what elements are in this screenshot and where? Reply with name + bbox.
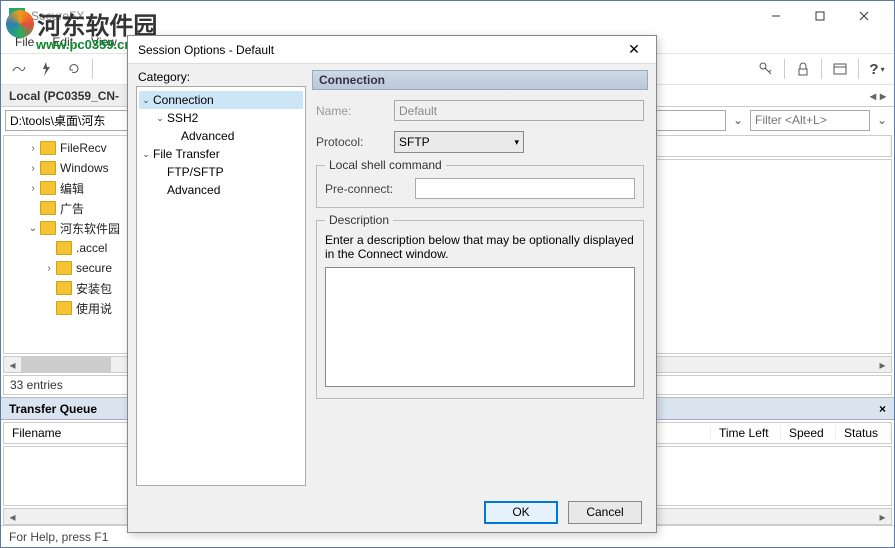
tree-item-label: FileRecv [60,141,107,155]
local-shell-fieldset: Local shell command Pre-connect: [316,165,644,208]
folder-icon [56,241,72,255]
chevron-right-icon[interactable]: › [42,263,56,274]
titlebar: SecureFX [1,1,894,31]
category-ftp-sftp[interactable]: FTP/SFTP [139,163,303,181]
close-button[interactable] [842,2,886,30]
description-textarea[interactable] [325,267,635,387]
transfer-queue-title: Transfer Queue [9,402,97,416]
column-speed[interactable]: Speed [781,426,836,440]
category-connection[interactable]: ⌄Connection [139,91,303,109]
menu-view[interactable]: View [83,33,125,51]
name-input [394,100,644,121]
status-text: For Help, press F1 [9,530,108,544]
scroll-left-icon[interactable]: ◂ [4,509,21,524]
folder-icon [40,181,56,195]
protocol-row: Protocol: SFTP ▾ [316,131,644,153]
scroll-left-icon[interactable]: ◂ [4,357,21,372]
preconnect-label: Pre-connect: [325,182,407,196]
tab-next-icon[interactable]: ▸ [880,89,886,103]
section-heading: Connection [312,70,648,90]
local-shell-legend: Local shell command [325,158,446,172]
menu-edit[interactable]: Edit [44,33,81,51]
folder-icon [56,301,72,315]
scroll-right-icon[interactable]: ▸ [874,357,891,372]
preconnect-input[interactable] [415,178,635,199]
tree-item-label: 安装包 [76,280,112,297]
category-tree[interactable]: ⌄Connection ⌄SSH2 Advanced ⌄File Transfe… [136,86,306,486]
chevron-right-icon[interactable]: › [26,183,40,194]
column-status[interactable]: Status [836,426,891,440]
protocol-value: SFTP [399,135,430,149]
dialog-title: Session Options - Default [138,43,622,57]
scroll-thumb[interactable] [21,357,111,372]
tree-item-label: Windows [60,161,109,175]
chevron-right-icon[interactable]: › [26,163,40,174]
connect-icon[interactable] [5,56,31,82]
maximize-button[interactable] [798,2,842,30]
toolbar-separator [784,59,785,79]
toolbar-separator [821,59,822,79]
chevron-down-icon[interactable]: ⌄ [26,223,40,234]
description-legend: Description [325,213,393,227]
name-label: Name: [316,104,386,118]
transfer-close-icon[interactable]: × [879,402,886,416]
category-ssh2[interactable]: ⌄SSH2 [139,109,303,127]
window-title: SecureFX [31,9,754,23]
category-label: Category: [136,70,306,86]
folder-icon [56,261,72,275]
description-hint: Enter a description below that may be op… [325,233,635,261]
toolbar-separator [92,59,93,79]
session-options-dialog: Session Options - Default ✕ Category: ⌄C… [127,35,657,533]
column-time-left[interactable]: Time Left [711,426,781,440]
reconnect-icon[interactable] [61,56,87,82]
properties-icon[interactable] [827,56,853,82]
dialog-close-icon[interactable]: ✕ [622,41,646,58]
help-button[interactable]: ?▾ [864,56,890,82]
key-icon[interactable] [753,56,779,82]
filter-input[interactable] [750,110,870,131]
description-fieldset: Description Enter a description below th… [316,220,644,399]
name-row: Name: [316,100,644,121]
folder-icon [40,201,56,215]
tree-item-label: 河东软件园 [60,220,120,237]
tree-item-label: 编辑 [60,180,84,197]
tree-item-label: .accel [76,241,107,255]
folder-icon [40,141,56,155]
category-ssh2-advanced[interactable]: Advanced [139,127,303,145]
cancel-button[interactable]: Cancel [568,501,642,524]
category-ft-advanced[interactable]: Advanced [139,181,303,199]
tree-item-label: 广告 [60,200,84,217]
app-icon [9,8,25,24]
dialog-titlebar: Session Options - Default ✕ [128,36,656,64]
dialog-category-panel: Category: ⌄Connection ⌄SSH2 Advanced ⌄Fi… [136,70,306,486]
dialog-buttons: OK Cancel [128,492,656,532]
ok-button[interactable]: OK [484,501,558,524]
filter-dropdown-icon[interactable]: ⌄ [874,113,890,127]
tree-item-label: 使用说 [76,300,112,317]
menu-file[interactable]: File [7,33,42,51]
preconnect-row: Pre-connect: [325,178,635,199]
help-icon: ? [869,61,878,78]
chevron-down-icon: ▾ [514,137,519,148]
minimize-button[interactable] [754,2,798,30]
protocol-label: Protocol: [316,135,386,149]
left-tab-label: Local (PC0359_CN- [9,89,119,103]
address-dropdown-icon[interactable]: ⌄ [730,113,746,127]
scroll-right-icon[interactable]: ▸ [874,509,891,524]
tree-item-label: secure [76,261,112,275]
protocol-select[interactable]: SFTP ▾ [394,131,524,153]
tab-prev-icon[interactable]: ◂ [870,89,876,103]
quick-connect-icon[interactable] [33,56,59,82]
lock-icon[interactable] [790,56,816,82]
dialog-content-panel: Connection Name: Protocol: SFTP ▾ Local … [312,70,648,486]
category-file-transfer[interactable]: ⌄File Transfer [139,145,303,163]
toolbar-separator [858,59,859,79]
chevron-right-icon[interactable]: › [26,143,40,154]
folder-icon [40,221,56,235]
folder-icon [56,281,72,295]
folder-icon [40,161,56,175]
